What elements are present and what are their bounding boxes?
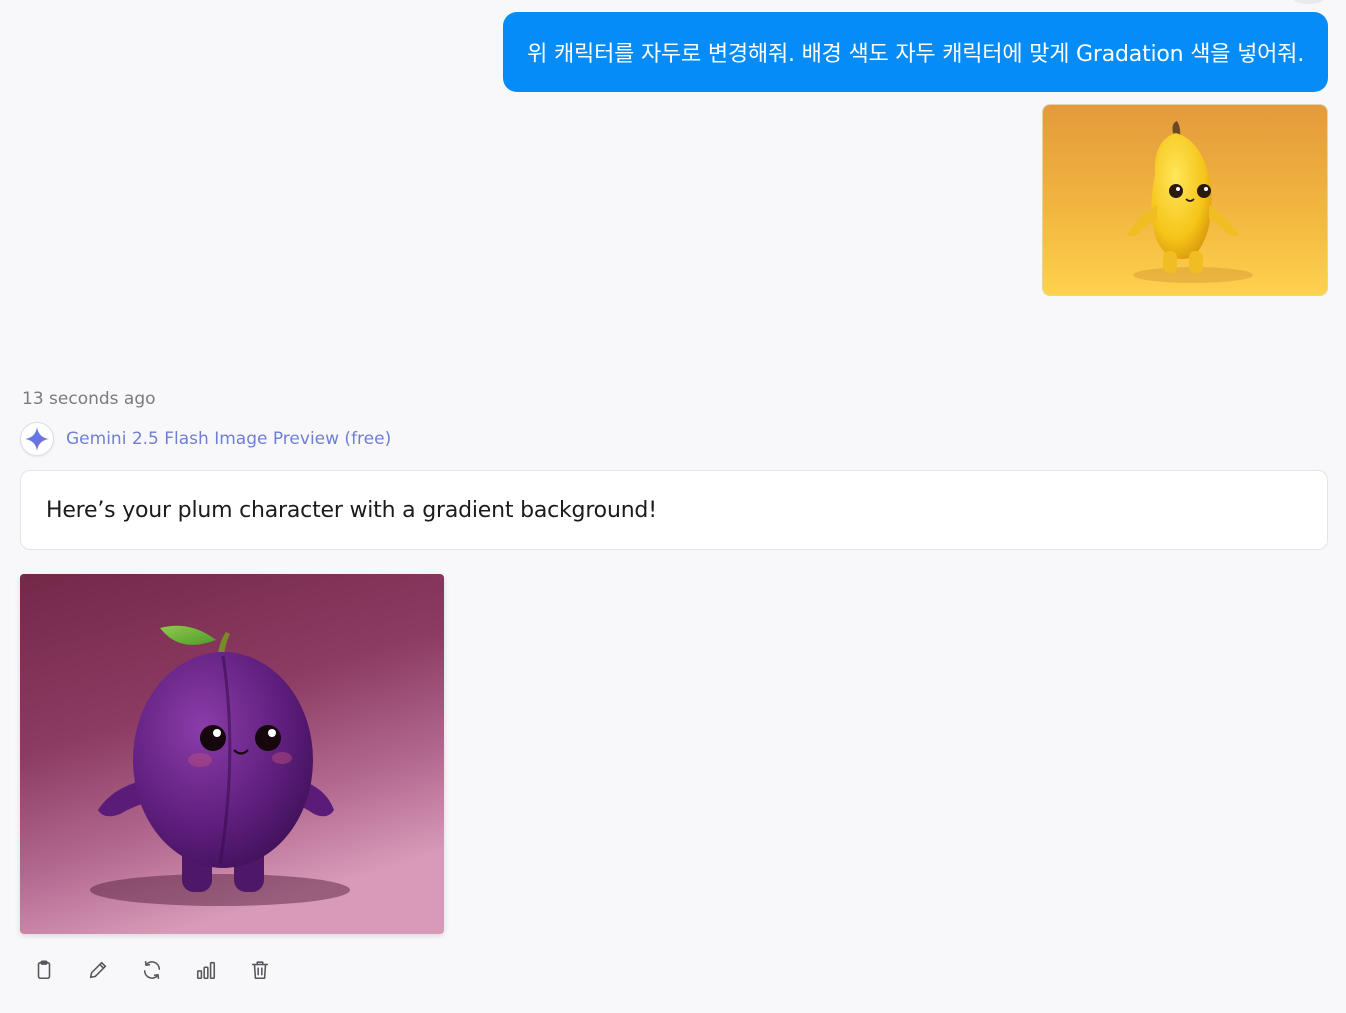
assistant-message-text: Here’s your plum character with a gradie… — [46, 497, 657, 523]
gemini-sparkle-icon — [20, 422, 54, 456]
scroll-indicator — [1292, 0, 1326, 4]
user-message-text: 위 캐릭터를 자두로 변경해줘. 배경 색도 자두 캐릭터에 맞게 Gradat… — [527, 42, 1304, 67]
trash-icon — [251, 961, 269, 980]
message-timestamp: 13 seconds ago — [22, 389, 156, 409]
bar-chart-icon — [196, 961, 216, 980]
message-actions — [26, 950, 278, 990]
stats-button[interactable] — [188, 950, 224, 990]
delete-button[interactable] — [242, 950, 278, 990]
user-message-bubble: 위 캐릭터를 자두로 변경해줘. 배경 색도 자두 캐릭터에 맞게 Gradat… — [503, 12, 1328, 92]
model-header: Gemini 2.5 Flash Image Preview (free) — [20, 422, 391, 456]
refresh-icon — [143, 960, 161, 980]
banana-character-image — [1043, 105, 1327, 295]
assistant-message-card: Here’s your plum character with a gradie… — [20, 470, 1328, 550]
user-attachment-image[interactable] — [1042, 104, 1328, 296]
model-name-link[interactable]: Gemini 2.5 Flash Image Preview (free) — [66, 429, 391, 449]
copy-button[interactable] — [26, 950, 62, 990]
clipboard-icon — [37, 960, 51, 980]
plum-character-image — [20, 574, 444, 934]
edit-button[interactable] — [80, 950, 116, 990]
generated-image[interactable] — [20, 574, 444, 934]
chat-page: 위 캐릭터를 자두로 변경해줘. 배경 색도 자두 캐릭터에 맞게 Gradat… — [0, 0, 1346, 1013]
pencil-icon — [89, 961, 107, 979]
regenerate-button[interactable] — [134, 950, 170, 990]
